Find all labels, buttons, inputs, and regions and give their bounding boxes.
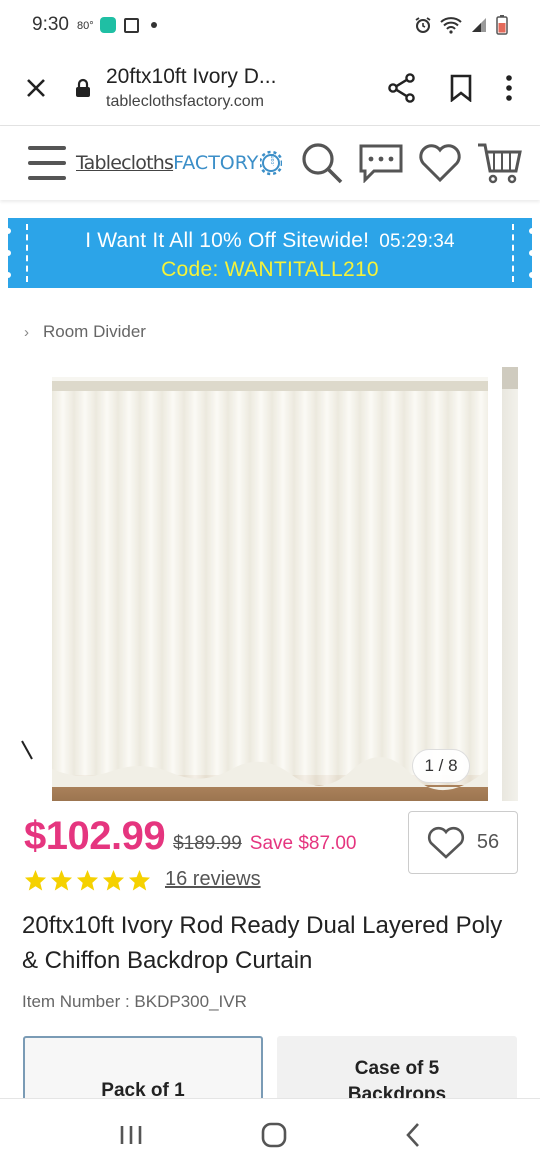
next-image-preview[interactable] (502, 367, 518, 801)
star-rating (24, 869, 151, 891)
menu-icon[interactable] (28, 146, 66, 180)
breadcrumb: › Room Divider (24, 322, 146, 342)
signal-icon (472, 18, 486, 32)
star-icon (50, 869, 73, 891)
close-icon (27, 78, 45, 97)
product-rating[interactable]: 16 reviews (24, 868, 261, 891)
recent-apps-icon[interactable] (118, 1124, 144, 1146)
page-title: 20ftx10ft Ivory D... (106, 64, 277, 88)
logo-text-tablecloths: Tablecloths (76, 152, 174, 174)
savings-amount: Save $87.00 (249, 833, 357, 854)
more-notifications-icon (150, 22, 157, 28)
breadcrumb-item-room-divider[interactable]: Room Divider (43, 322, 146, 342)
page-domain: tableclothsfactory.com (106, 92, 264, 110)
item-number: Item Number : BKDP300_IVR (22, 992, 247, 1011)
close-tab-button[interactable] (0, 77, 72, 99)
logo-gear-icon: .com (260, 150, 283, 176)
chevron-right-icon: › (24, 323, 29, 341)
battery-icon (496, 15, 508, 35)
promo-banner[interactable]: I Want It All 10% Off Sitewide! 05:29:34 … (5, 218, 535, 288)
image-notification-icon (123, 17, 139, 33)
browser-url-bar: 20ftx10ft Ivory D... tableclothsfactory.… (0, 50, 540, 126)
product-image[interactable] (52, 377, 488, 801)
home-icon[interactable] (261, 1122, 287, 1148)
back-icon[interactable] (404, 1122, 422, 1148)
product-title: 20ftx10ft Ivory Rod Ready Dual Layered P… (22, 912, 503, 974)
cart-icon[interactable] (476, 141, 522, 185)
star-icon (76, 869, 99, 891)
alarm-icon (415, 17, 431, 33)
heart-icon (427, 826, 464, 859)
promo-code: Code: WANTITALL210 (161, 258, 379, 281)
image-counter: 1 / 8 (412, 749, 470, 783)
price-row: $102.99 $189.99 Save $87.00 (24, 814, 356, 859)
original-price: $189.99 (173, 833, 242, 854)
curtain-image (52, 377, 488, 801)
wifi-icon (440, 17, 462, 34)
wishlist-heart-icon[interactable] (418, 143, 462, 183)
reviews-link[interactable]: 16 reviews (165, 868, 261, 891)
lock-icon[interactable] (72, 78, 94, 98)
share-icon[interactable] (388, 72, 416, 103)
wishlist-count: 56 (476, 831, 500, 853)
more-vert-icon[interactable] (506, 74, 512, 101)
url-text-area[interactable]: 20ftx10ft Ivory D... tableclothsfactory.… (106, 65, 388, 111)
logo-text-factory: FACTORY (173, 152, 259, 174)
app-notification-icon (99, 17, 116, 33)
android-nav-bar (0, 1098, 540, 1170)
star-icon (24, 869, 47, 891)
product-image-gallery[interactable]: 1 / 8 (0, 367, 540, 803)
status-bar: 9:30 80° (0, 0, 540, 50)
bookmark-icon[interactable] (450, 74, 472, 102)
star-icon (102, 869, 125, 891)
promo-text: I Want It All 10% Off Sitewide! (85, 229, 370, 252)
promo-countdown-timer: 05:29:34 (379, 231, 455, 252)
search-icon[interactable] (300, 141, 344, 185)
add-to-wishlist-button[interactable]: 56 (408, 811, 518, 874)
site-logo[interactable]: Tablecloths FACTORY .com (76, 145, 283, 181)
chat-icon[interactable] (358, 143, 404, 183)
status-time: 9:30 (32, 14, 69, 35)
status-temperature: 80° (76, 20, 94, 32)
star-icon (128, 869, 151, 891)
logo-suffix: .com (270, 154, 276, 166)
current-price: $102.99 (24, 814, 166, 858)
previous-image-hint (21, 740, 33, 760)
site-header: Tablecloths FACTORY .com (0, 126, 540, 200)
